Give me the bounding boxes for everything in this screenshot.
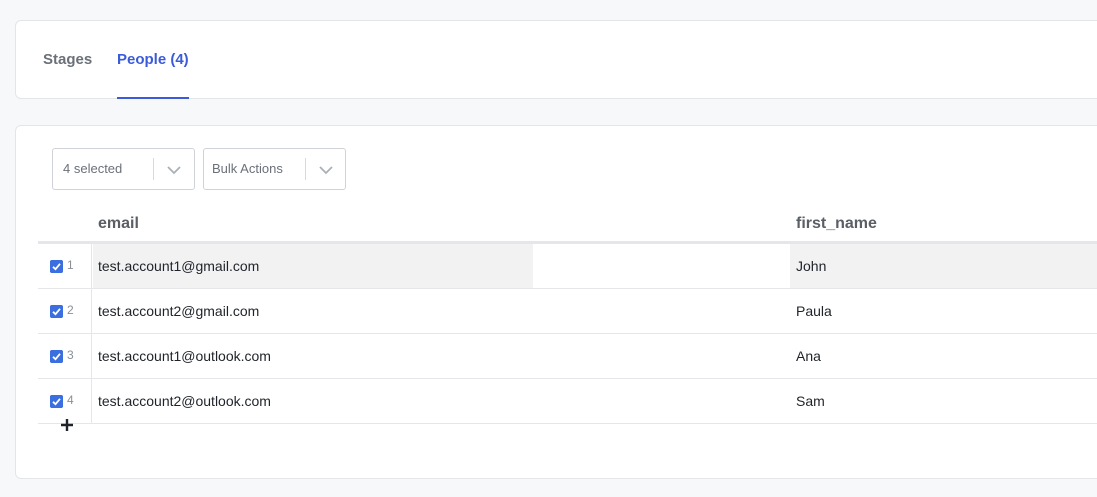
table-row[interactable]: 1 test.account1@gmail.com John <box>38 244 1097 289</box>
cell-highlight <box>790 244 1097 288</box>
row-gutter: 2 <box>38 289 92 333</box>
divider <box>153 158 154 180</box>
column-header-email[interactable]: email <box>98 215 139 233</box>
row-gutter: 3 <box>38 334 92 378</box>
row-number: 1 <box>67 258 74 272</box>
row-number: 3 <box>67 348 74 362</box>
row-checkbox[interactable] <box>50 395 63 408</box>
row-number: 2 <box>67 303 74 317</box>
row-checkbox[interactable] <box>50 305 63 318</box>
cell-first-name[interactable]: Sam <box>796 379 825 423</box>
table-row[interactable]: 4 test.account2@outlook.com Sam <box>38 379 1097 424</box>
tab-people[interactable]: People (4) <box>117 21 189 99</box>
header-row: email first_name <box>38 202 1097 244</box>
cell-email[interactable]: test.account1@gmail.com <box>98 244 259 288</box>
row-gutter: 1 <box>38 244 92 288</box>
data-grid: email first_name 1 test.account1@gmail.c… <box>38 202 1097 431</box>
divider <box>305 158 306 180</box>
bulk-actions-label: Bulk Actions <box>212 161 283 176</box>
chevron-down-icon[interactable] <box>317 161 335 179</box>
chevron-down-icon[interactable] <box>165 161 183 179</box>
row-number: 4 <box>67 393 74 407</box>
cell-first-name[interactable]: John <box>796 244 826 288</box>
cell-email[interactable]: test.account2@outlook.com <box>98 379 271 423</box>
cell-email[interactable]: test.account1@outlook.com <box>98 334 271 378</box>
cell-first-name[interactable]: Paula <box>796 289 832 333</box>
row-checkbox[interactable] <box>50 260 63 273</box>
selection-dropdown-label: 4 selected <box>63 161 123 176</box>
people-table-card: 4 selected Bulk Actions email first_name <box>15 125 1097 479</box>
table-row[interactable]: 2 test.account2@gmail.com Paula <box>38 289 1097 334</box>
table-row[interactable]: 3 test.account1@outlook.com Ana <box>38 334 1097 379</box>
column-header-first-name[interactable]: first_name <box>796 215 877 233</box>
row-checkbox[interactable] <box>50 350 63 363</box>
bulk-actions-dropdown[interactable]: Bulk Actions <box>203 148 346 190</box>
cell-first-name[interactable]: Ana <box>796 334 821 378</box>
tabs-bar: Stages People (4) <box>15 20 1097 99</box>
selection-dropdown[interactable]: 4 selected <box>52 148 195 190</box>
plus-icon[interactable] <box>58 416 76 434</box>
tab-stages[interactable]: Stages <box>43 21 92 98</box>
cell-email[interactable]: test.account2@gmail.com <box>98 289 259 333</box>
